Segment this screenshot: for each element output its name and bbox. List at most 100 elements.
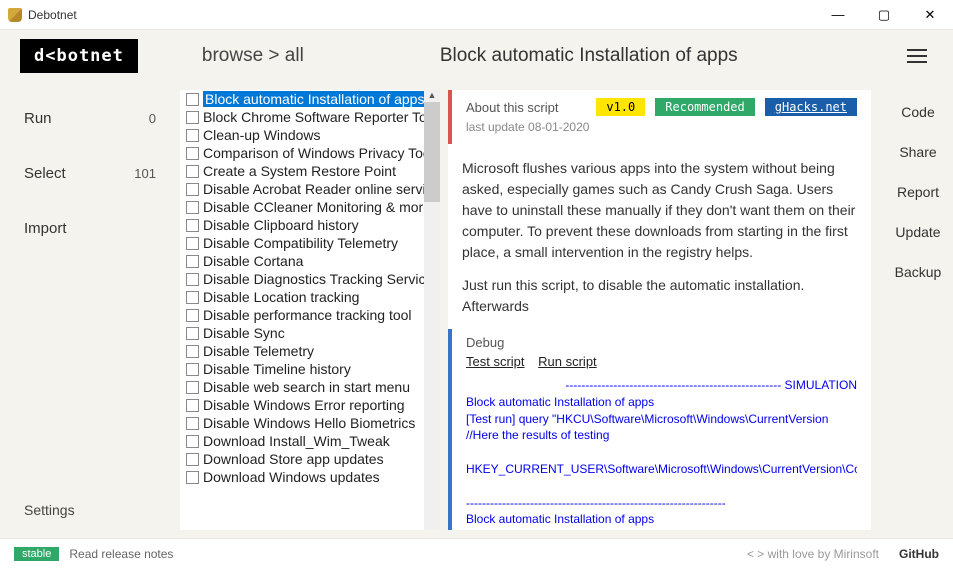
window-title: Debotnet [28,8,77,22]
list-scrollbar[interactable]: ▲ [424,90,440,530]
checkbox-icon[interactable] [186,273,199,286]
checkbox-icon[interactable] [186,201,199,214]
list-item-label: Download Windows updates [203,469,380,485]
list-item[interactable]: Disable Cortana [180,252,440,270]
checkbox-icon[interactable] [186,345,199,358]
list-item[interactable]: Block automatic Installation of apps [180,90,440,108]
checkbox-icon[interactable] [186,381,199,394]
scroll-up-icon[interactable]: ▲ [424,90,440,102]
nav-run[interactable]: Run 0 [0,100,180,137]
list-item-label: Clean-up Windows [203,127,321,143]
list-item[interactable]: Disable Sync [180,324,440,342]
checkbox-icon[interactable] [186,219,199,232]
rnav-share[interactable]: Share [899,144,936,160]
close-button[interactable]: ✕ [907,0,953,30]
checkbox-icon[interactable] [186,237,199,250]
list-item-label: Disable Clipboard history [203,217,359,233]
list-item[interactable]: Disable Clipboard history [180,216,440,234]
list-item[interactable]: Download Install_Wim_Tweak [180,432,440,450]
release-notes-link[interactable]: Read release notes [69,547,173,561]
list-item[interactable]: Create a System Restore Point [180,162,440,180]
checkbox-icon[interactable] [186,147,199,160]
stable-badge: stable [14,547,59,561]
list-item[interactable]: Block Chrome Software Reporter Tool [180,108,440,126]
debug-line [466,478,857,495]
scroll-thumb[interactable] [424,102,440,202]
checkbox-icon[interactable] [186,183,199,196]
list-item[interactable]: Disable Timeline history [180,360,440,378]
script-list[interactable]: Block automatic Installation of appsBloc… [180,90,440,530]
list-item[interactable]: Disable CCleaner Monitoring & more [180,198,440,216]
run-script-link[interactable]: Run script [538,354,597,369]
checkbox-icon[interactable] [186,255,199,268]
window-titlebar: Debotnet — ▢ ✕ [0,0,953,30]
checkbox-icon[interactable] [186,453,199,466]
hamburger-menu-icon[interactable] [901,43,933,69]
nav-import-label: Import [24,220,67,237]
description-p1: Microsoft flushes various apps into the … [448,150,871,267]
rnav-update[interactable]: Update [895,224,940,240]
nav-settings[interactable]: Settings [0,482,180,538]
list-item-label: Disable Sync [203,325,285,341]
checkbox-icon[interactable] [186,309,199,322]
rnav-report[interactable]: Report [897,184,939,200]
checkbox-icon[interactable] [186,93,199,106]
checkbox-icon[interactable] [186,129,199,142]
list-item-label: Disable Telemetry [203,343,314,359]
list-item[interactable]: Disable Location tracking [180,288,440,306]
list-item[interactable]: Download Store app updates [180,450,440,468]
ghacks-link[interactable]: gHacks.net [765,98,857,116]
list-item[interactable]: Disable Windows Error reporting [180,396,440,414]
minimize-button[interactable]: — [815,0,861,30]
breadcrumb[interactable]: browse > all [202,45,304,67]
debug-line [466,444,857,461]
checkbox-icon[interactable] [186,471,199,484]
debug-line: //Here the results of testing [466,427,857,444]
checkbox-icon[interactable] [186,399,199,412]
nav-import[interactable]: Import [0,210,180,247]
app-shield-icon [8,8,22,22]
rnav-code[interactable]: Code [901,104,934,120]
list-item[interactable]: Comparison of Windows Privacy Tools [180,144,440,162]
list-item-label: Disable Windows Hello Biometrics [203,415,415,431]
list-item[interactable]: Clean-up Windows [180,126,440,144]
detail-pane: About this script v1.0 Recommended gHack… [448,90,871,530]
checkbox-icon[interactable] [186,291,199,304]
status-bar: stable Read release notes < > with love … [0,538,953,568]
nav-select[interactable]: Select 101 [0,155,180,192]
list-item[interactable]: Download Windows updates [180,468,440,486]
list-item-label: Disable Cortana [203,253,303,269]
list-item-label: Comparison of Windows Privacy Tools [203,145,440,161]
recommended-badge: Recommended [655,98,754,116]
list-item-label: Download Store app updates [203,451,384,467]
list-item-label: Block Chrome Software Reporter Tool [203,109,438,125]
debug-line: HKEY_CURRENT_USER\Software\Microsoft\Win… [466,461,857,478]
checkbox-icon[interactable] [186,435,199,448]
list-item-label: Disable web search in start menu [203,379,410,395]
list-item-label: Disable CCleaner Monitoring & more [203,199,431,215]
top-bar: d<botnet browse > all Block automatic In… [0,30,953,82]
list-item[interactable]: Disable Acrobat Reader online service [180,180,440,198]
checkbox-icon[interactable] [186,165,199,178]
test-script-link[interactable]: Test script [466,354,525,369]
github-link[interactable]: GitHub [899,547,939,561]
list-item[interactable]: Disable Compatibility Telemetry [180,234,440,252]
debug-line: ----------------------------------------… [466,377,857,394]
list-item[interactable]: Disable performance tracking tool [180,306,440,324]
list-item[interactable]: Disable Telemetry [180,342,440,360]
maximize-button[interactable]: ▢ [861,0,907,30]
nav-run-label: Run [24,110,52,127]
checkbox-icon[interactable] [186,327,199,340]
list-item[interactable]: Disable Diagnostics Tracking Service [180,270,440,288]
mirinsoft-credit: < > with love by Mirinsoft [747,547,879,561]
checkbox-icon[interactable] [186,417,199,430]
checkbox-icon[interactable] [186,111,199,124]
checkbox-icon[interactable] [186,363,199,376]
about-section: About this script v1.0 Recommended gHack… [448,90,871,144]
list-item[interactable]: Disable web search in start menu [180,378,440,396]
description-p2: Just run this script, to disable the aut… [448,267,871,321]
list-item[interactable]: Disable Windows Hello Biometrics [180,414,440,432]
rnav-backup[interactable]: Backup [895,264,942,280]
list-item-label: Disable Acrobat Reader online service [203,181,440,197]
debug-line: Block automatic Installation of apps [466,511,857,528]
